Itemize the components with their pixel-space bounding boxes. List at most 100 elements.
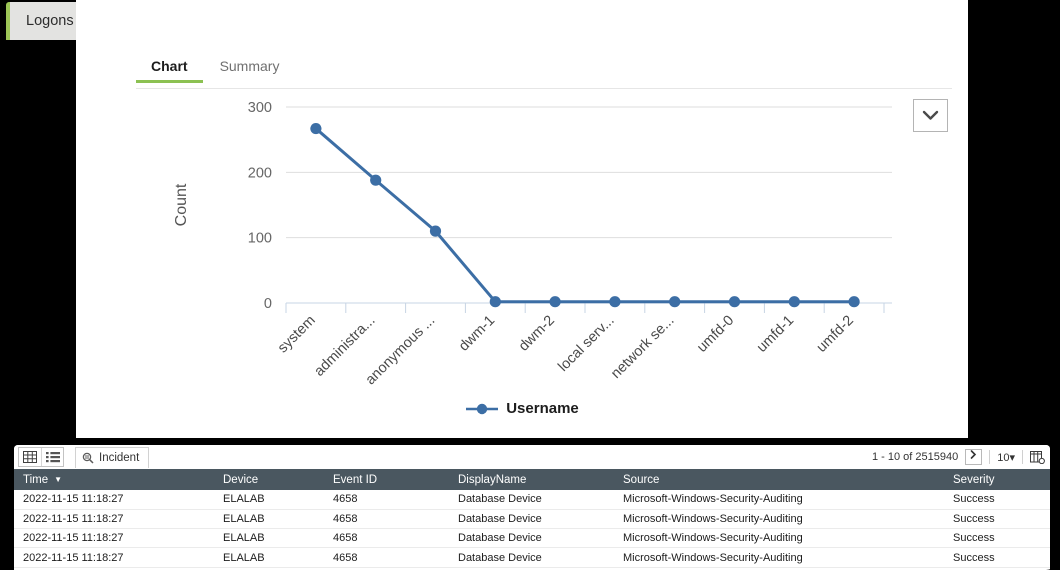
cell-event-id: 4658 (324, 547, 449, 568)
column-settings-icon (1030, 450, 1045, 464)
data-point[interactable] (429, 225, 442, 237)
y-tick-label: 100 (248, 231, 272, 247)
data-point[interactable] (489, 296, 501, 308)
app-root: Logons Overview Select Device + Chart Su… (0, 0, 1060, 570)
cell-source: Microsoft-Windows-Security-Auditing (614, 490, 944, 510)
column-header-device[interactable]: Device (214, 469, 324, 490)
data-point[interactable] (669, 296, 681, 308)
grid-source-tab-incident[interactable]: Incident (75, 446, 150, 468)
y-tick-label: 300 (248, 100, 272, 116)
list-view-icon (45, 452, 60, 463)
chevron-right-icon (970, 450, 977, 459)
cell-display-name: Database Device (449, 490, 614, 510)
legend-label-username: Username (506, 400, 579, 417)
y-tick-label: 200 (248, 165, 272, 181)
page-size-value: 10 (997, 451, 1010, 464)
grid-pagination: 1 - 10 of 2515940 10▾ (872, 445, 1045, 469)
chart-legend: Username (76, 400, 968, 417)
cell-event-id: 4658 (324, 490, 449, 510)
cell-source: Microsoft-Windows-Security-Auditing (614, 547, 944, 568)
cell-device: ELALAB (214, 490, 324, 510)
column-header-source[interactable]: Source (614, 469, 944, 490)
tab-chart-label: Chart (151, 58, 188, 74)
data-point[interactable] (549, 296, 561, 308)
data-point[interactable] (788, 296, 800, 308)
x-tick-label: dwm-2 (516, 313, 558, 355)
table-row[interactable]: 2022-11-15 11:18:27 ELALAB 4658 Database De… (14, 490, 1050, 510)
tab-chart[interactable]: Chart (136, 58, 202, 83)
sort-descending-icon: ▼ (54, 474, 63, 484)
column-header-time[interactable]: Time ▼ (14, 469, 214, 490)
corner-mask-tl (0, 0, 14, 14)
cell-time: 2022-11-15 11:18:27 (14, 509, 214, 530)
toolbar-divider-1 (989, 450, 991, 464)
events-table-body: 2022-11-15 11:18:27 ELALAB 4658 Database De… (14, 490, 1050, 568)
data-point[interactable] (609, 296, 621, 308)
cell-severity: Success (944, 547, 1050, 568)
x-tick-label: network se... (608, 313, 677, 382)
cell-severity: Success (944, 490, 1050, 510)
column-header-severity[interactable]: Severity (944, 469, 1050, 490)
cell-display-name: Database Device (449, 547, 614, 568)
cell-event-id: 4658 (324, 528, 449, 549)
table-header-row: Time ▼ Device Event ID DisplayName Source… (14, 469, 1050, 490)
pagination-range: 1 - 10 of 2515940 (871, 451, 959, 463)
data-point[interactable] (728, 296, 741, 308)
table-view-icon (23, 451, 37, 463)
list-view-button[interactable] (41, 448, 63, 466)
column-header-event-id[interactable]: Event ID (324, 469, 449, 490)
chart-panel: Chart Summary 0 100 200 300 Count system admin… (76, 0, 968, 438)
view-mode-toggle (18, 447, 64, 467)
x-tick-label: local serv... (555, 313, 617, 375)
y-tick-label: 0 (264, 296, 272, 312)
x-tick-label: umfd-2 (814, 313, 857, 356)
cell-device: ELALAB (214, 547, 324, 568)
table-row[interactable]: 2022-11-15 11:18:27 ELALAB 4658 Database De… (14, 509, 1050, 530)
cell-source: Microsoft-Windows-Security-Auditing (614, 509, 944, 530)
column-header-displayname[interactable]: DisplayName (449, 469, 614, 490)
x-tick-label: umfd-1 (754, 313, 797, 356)
line-chart: 0 100 200 300 Count system administra... anonym… (152, 95, 952, 435)
events-table-head: Time ▼ Device Event ID DisplayName Source… (14, 469, 1050, 490)
toolbar-divider-2 (1022, 450, 1023, 464)
cell-time: 2022-11-15 11:18:27 (14, 528, 214, 549)
panel-tabs: Chart Summary (136, 58, 311, 83)
corner-mask-bl (0, 556, 14, 570)
page-size-selector[interactable]: 10▾ (997, 451, 1015, 464)
x-tick-label: system (275, 313, 319, 357)
cell-display-name: Database Device (449, 528, 614, 549)
table-view-button[interactable] (19, 448, 41, 466)
y-axis-title: Count (173, 183, 190, 226)
cell-event-id: 4658 (324, 509, 449, 530)
legend-marker-username (465, 402, 499, 416)
data-point[interactable] (848, 296, 860, 308)
cell-source: Microsoft-Windows-Security-Auditing (614, 528, 944, 549)
chart-canvas: 0100200300Countsystemadministra...anonym… (173, 100, 892, 388)
grid-toolbar: Incident 1 - 10 of 2515940 10▾ (14, 445, 1050, 469)
page-size-caret: ▾ (1009, 451, 1015, 464)
cell-display-name: Database Device (449, 509, 614, 530)
search-data-icon (82, 452, 94, 464)
corner-mask-tr (1046, 0, 1060, 14)
tabs-divider (136, 88, 952, 89)
events-table: Time ▼ Device Event ID DisplayName Source… (14, 469, 1050, 568)
cell-severity: Success (944, 509, 1050, 530)
table-row[interactable]: 2022-11-15 11:18:27 ELALAB 4658 Database De… (14, 528, 1050, 549)
cell-severity: Success (944, 528, 1050, 549)
cell-time: 2022-11-15 11:18:27 (14, 547, 214, 568)
events-grid-panel: Incident 1 - 10 of 2515940 10▾ Time ▼ De… (14, 445, 1050, 570)
data-point[interactable] (370, 174, 382, 186)
cell-device: ELALAB (214, 509, 324, 530)
data-point[interactable] (310, 122, 322, 135)
tab-summary[interactable]: Summary (220, 58, 280, 83)
column-header-time-label: Time (23, 473, 49, 486)
tab-summary-label: Summary (219, 58, 280, 74)
x-tick-label: umfd-0 (694, 313, 737, 356)
corner-mask-br (1046, 556, 1060, 570)
x-tick-label: dwm-1 (456, 313, 498, 355)
table-row[interactable]: 2022-11-15 11:18:27 ELALAB 4658 Database De… (14, 547, 1050, 568)
grid-source-tab-label: Incident (99, 451, 140, 464)
pagination-next-button[interactable] (965, 449, 983, 465)
cell-time: 2022-11-15 11:18:27 (14, 490, 214, 510)
column-settings-button[interactable] (1030, 450, 1045, 464)
